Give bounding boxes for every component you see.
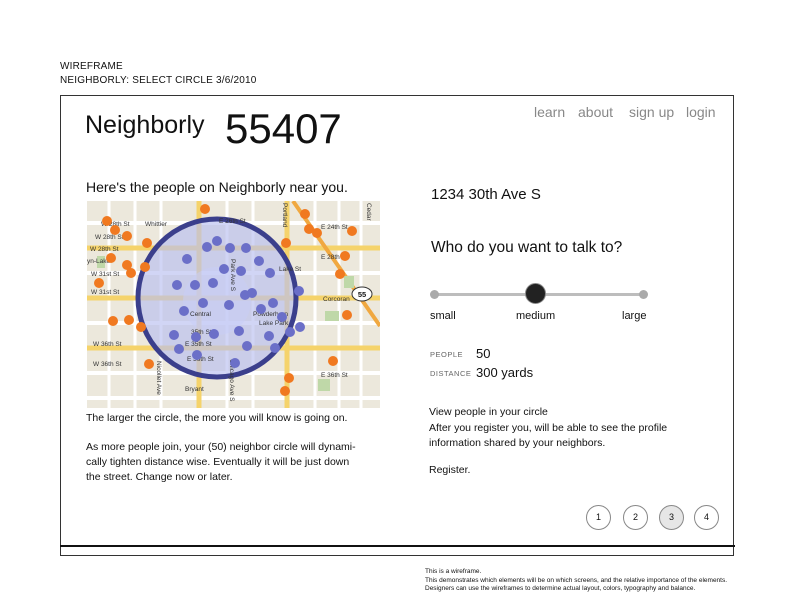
slider-stop-large[interactable] <box>639 290 648 299</box>
intro-heading: Here's the people on Neighborly near you… <box>86 179 348 195</box>
street-label: E 36th St <box>321 372 348 379</box>
footnote-line: Designers can use the wireframes to dete… <box>425 585 696 592</box>
nav-about[interactable]: about <box>578 104 613 120</box>
wireframe-header: WIREFRAME NEIGHBORLY: SELECT CIRCLE 3/6/… <box>60 60 257 88</box>
user-address: 1234 30th Ave S <box>431 186 541 203</box>
street-label: W 36th St <box>93 361 122 368</box>
street-label: W 31st St <box>91 271 119 278</box>
street-label: Lake St <box>279 266 301 273</box>
wireframe-title: NEIGHBORLY: SELECT CIRCLE 3/6/2010 <box>60 75 257 86</box>
register-link[interactable]: Register. <box>429 463 470 478</box>
page-button-1[interactable]: 1 <box>586 505 611 530</box>
slider-label-small[interactable]: small <box>430 310 456 322</box>
frame-divider <box>60 545 735 547</box>
street-label: Nicollet Ave <box>155 361 162 395</box>
view-circle-link[interactable]: View people in your circle <box>429 405 548 420</box>
highway-55-icon: 55 <box>351 286 373 302</box>
neighborhood-map[interactable]: W 28th St Whittier E 26th St W 28th St W… <box>87 199 382 408</box>
nav-login[interactable]: login <box>686 104 716 120</box>
circle-explanation: As more people join, your (50) neighbor … <box>86 440 356 485</box>
street-label: E 26th St <box>219 218 246 225</box>
slider-thumb[interactable] <box>525 283 546 304</box>
footnote-line: This demonstrates which elements will be… <box>425 576 728 584</box>
people-label: PEOPLE <box>430 350 464 359</box>
street-label: Bryant <box>185 386 204 393</box>
distance-label: DISTANCE <box>430 369 472 378</box>
street-label: W 28th St <box>90 246 119 253</box>
slider-label-medium[interactable]: medium <box>516 310 555 322</box>
nav-learn[interactable]: learn <box>534 104 565 120</box>
wireframe-footnote: This is a wireframe. This demonstrates w… <box>425 568 727 594</box>
page-button-4[interactable]: 4 <box>694 505 719 530</box>
street-label: W 28th St <box>95 234 124 241</box>
distance-value: 300 yards <box>476 365 534 380</box>
street-label: Whittier <box>145 221 168 228</box>
slider-stop-small[interactable] <box>430 290 439 299</box>
people-count: 50 <box>476 346 491 361</box>
circle-size-question: Who do you want to talk to? <box>431 239 623 256</box>
street-label: Corcoran <box>323 296 350 303</box>
street-label: Portland <box>281 203 288 228</box>
page-button-3[interactable]: 3 <box>659 505 684 530</box>
circle-size-slider[interactable] <box>428 281 650 307</box>
street-label: E 24th St <box>321 224 348 231</box>
footnote-line: This is a wireframe. <box>425 568 482 575</box>
map-caption: The larger the circle, the more you will… <box>86 412 348 424</box>
zip-code: 55407 <box>225 105 342 152</box>
street-label: Cedar <box>365 203 372 222</box>
street-label: Central <box>190 311 212 318</box>
register-info-line: After you register you, will be able to … <box>429 422 668 434</box>
nav-sign-up[interactable]: sign up <box>629 104 674 120</box>
street-label: W 31st St <box>91 289 119 296</box>
wireframe-label: WIREFRAME <box>60 61 123 72</box>
street-label: E 35th St <box>185 341 212 348</box>
svg-text:55: 55 <box>358 290 366 299</box>
explanation-line: the street. Change now or later. <box>86 471 233 483</box>
page-button-2[interactable]: 2 <box>623 505 648 530</box>
brand-logo[interactable]: Neighborly <box>85 111 205 140</box>
explanation-line: As more people join, your (50) neighbor … <box>86 441 356 453</box>
slider-label-large[interactable]: large <box>622 310 646 322</box>
street-label: Park Ave S <box>229 259 236 292</box>
explanation-line: cally tighten distance wise. Eventually … <box>86 456 350 468</box>
register-info-line: information shared by your neighbors. <box>429 437 606 449</box>
street-label: W 36th St <box>93 341 122 348</box>
